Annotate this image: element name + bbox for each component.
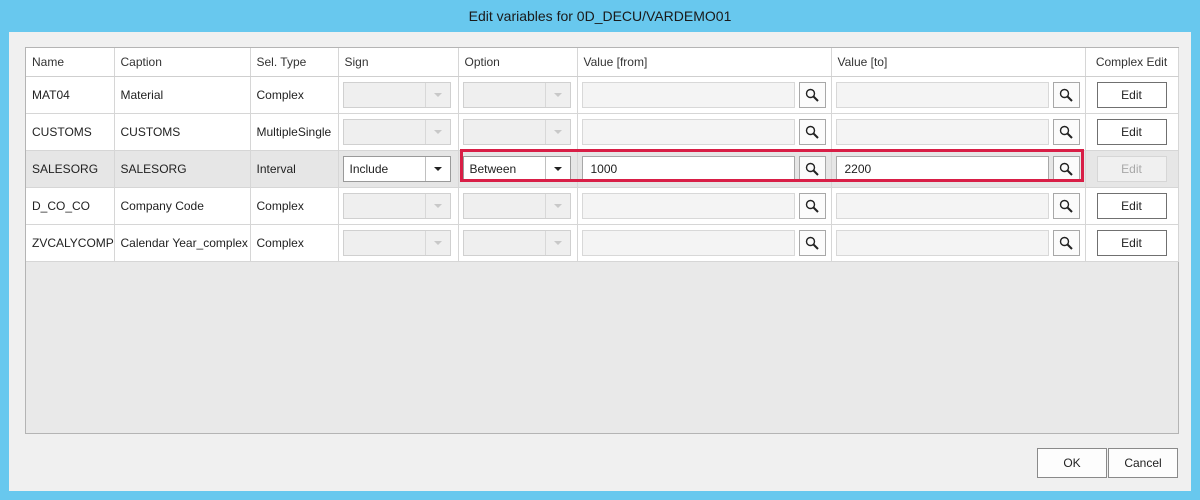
row-sel-type: Complex [256,88,304,102]
search-icon [1059,236,1073,250]
value-from-input[interactable]: 1000 [581,156,795,182]
sign-value: Include [349,162,389,176]
chevron-down-icon[interactable] [544,194,570,218]
option-dropdown[interactable] [462,193,571,219]
sign-dropdown[interactable] [342,230,451,256]
chevron-down-icon[interactable] [424,83,450,107]
value-from-search-button[interactable] [798,119,826,145]
value-to-text: 2200 [844,162,872,176]
ok-button[interactable]: OK [1037,448,1107,478]
chevron-down-icon[interactable] [544,231,570,255]
table-row-selected[interactable]: SALESORG SALESORG Interval Include Betwe… [26,150,1179,188]
value-from-search-button[interactable] [798,156,826,182]
row-caption: CUSTOMS [120,125,181,139]
chevron-down-icon[interactable] [544,83,570,107]
col-header-value-to[interactable]: Value [to] [831,48,1086,77]
row-name: CUSTOMS [32,125,92,139]
col-header-name[interactable]: Name [26,48,115,77]
complex-edit-button[interactable]: Edit [1096,82,1167,108]
search-icon [805,236,819,250]
table-row[interactable]: D_CO_CO Company Code Complex Edit [26,187,1179,225]
variables-table: Name Caption Sel. Type Sign Option Value… [26,48,1179,262]
complex-edit-button[interactable]: Edit [1096,193,1167,219]
dialog-body: Name Caption Sel. Type Sign Option Value… [9,32,1191,491]
table-row[interactable]: CUSTOMS CUSTOMS MultipleSingle Edit [26,113,1179,151]
search-icon [1059,125,1073,139]
col-header-sign[interactable]: Sign [338,48,459,77]
value-from-search-button[interactable] [798,230,826,256]
search-icon [805,88,819,102]
col-header-option[interactable]: Option [458,48,578,77]
value-from-input[interactable] [581,193,795,219]
header-row: Name Caption Sel. Type Sign Option Value… [26,48,1179,77]
value-from-input[interactable] [581,230,795,256]
value-to-input[interactable] [835,82,1049,108]
option-value: Between [469,162,517,176]
value-to-search-button[interactable] [1052,119,1080,145]
complex-edit-button[interactable]: Edit [1096,230,1167,256]
sign-dropdown[interactable] [342,119,451,145]
value-from-search-button[interactable] [798,193,826,219]
row-sel-type: Complex [256,236,304,250]
chevron-down-icon[interactable] [424,157,450,181]
row-sel-type: MultipleSingle [256,125,332,139]
row-name: D_CO_CO [32,199,91,213]
search-icon [1059,88,1073,102]
row-caption: Calendar Year_complex [120,236,248,250]
value-to-input[interactable] [835,193,1049,219]
complex-edit-button: Edit [1096,156,1167,182]
row-caption: Company Code [120,199,204,213]
chevron-down-icon[interactable] [424,231,450,255]
col-header-sel-type[interactable]: Sel. Type [250,48,339,77]
value-from-input[interactable] [581,82,795,108]
chevron-down-icon[interactable] [424,194,450,218]
col-header-value-from[interactable]: Value [from] [577,48,832,77]
value-to-search-button[interactable] [1052,156,1080,182]
row-sel-type: Interval [256,162,296,176]
value-to-search-button[interactable] [1052,230,1080,256]
search-icon [805,125,819,139]
value-from-text: 1000 [590,162,618,176]
value-from-search-button[interactable] [798,82,826,108]
value-to-search-button[interactable] [1052,193,1080,219]
cancel-button[interactable]: Cancel [1108,448,1178,478]
variables-grid: Name Caption Sel. Type Sign Option Value… [25,47,1179,434]
col-header-complex-edit[interactable]: Complex Edit [1085,48,1179,77]
option-dropdown[interactable] [462,119,571,145]
value-to-input[interactable]: 2200 [835,156,1049,182]
value-from-input[interactable] [581,119,795,145]
complex-edit-button[interactable]: Edit [1096,119,1167,145]
option-dropdown[interactable] [462,82,571,108]
row-name: MAT04 [32,88,70,102]
row-sel-type: Complex [256,199,304,213]
table-row[interactable]: MAT04 Material Complex Edit [26,76,1179,114]
row-name: SALESORG [32,162,99,176]
sign-dropdown[interactable]: Include [342,156,451,182]
chevron-down-icon[interactable] [544,120,570,144]
search-icon [805,162,819,176]
value-to-input[interactable] [835,230,1049,256]
row-name: ZVCALYCOMP [32,236,114,250]
col-header-caption[interactable]: Caption [114,48,251,77]
value-to-search-button[interactable] [1052,82,1080,108]
search-icon [805,199,819,213]
sign-dropdown[interactable] [342,82,451,108]
chevron-down-icon[interactable] [424,120,450,144]
search-icon [1059,162,1073,176]
option-dropdown[interactable]: Between [462,156,571,182]
row-caption: Material [120,88,164,102]
window-title: Edit variables for 0D_DECU/VARDEMO01 [468,8,732,24]
search-icon [1059,199,1073,213]
option-dropdown[interactable] [462,230,571,256]
row-caption: SALESORG [120,162,187,176]
sign-dropdown[interactable] [342,193,451,219]
chevron-down-icon[interactable] [544,157,570,181]
table-row[interactable]: ZVCALYCOMP Calendar Year_complex Complex… [26,224,1179,262]
value-to-input[interactable] [835,119,1049,145]
